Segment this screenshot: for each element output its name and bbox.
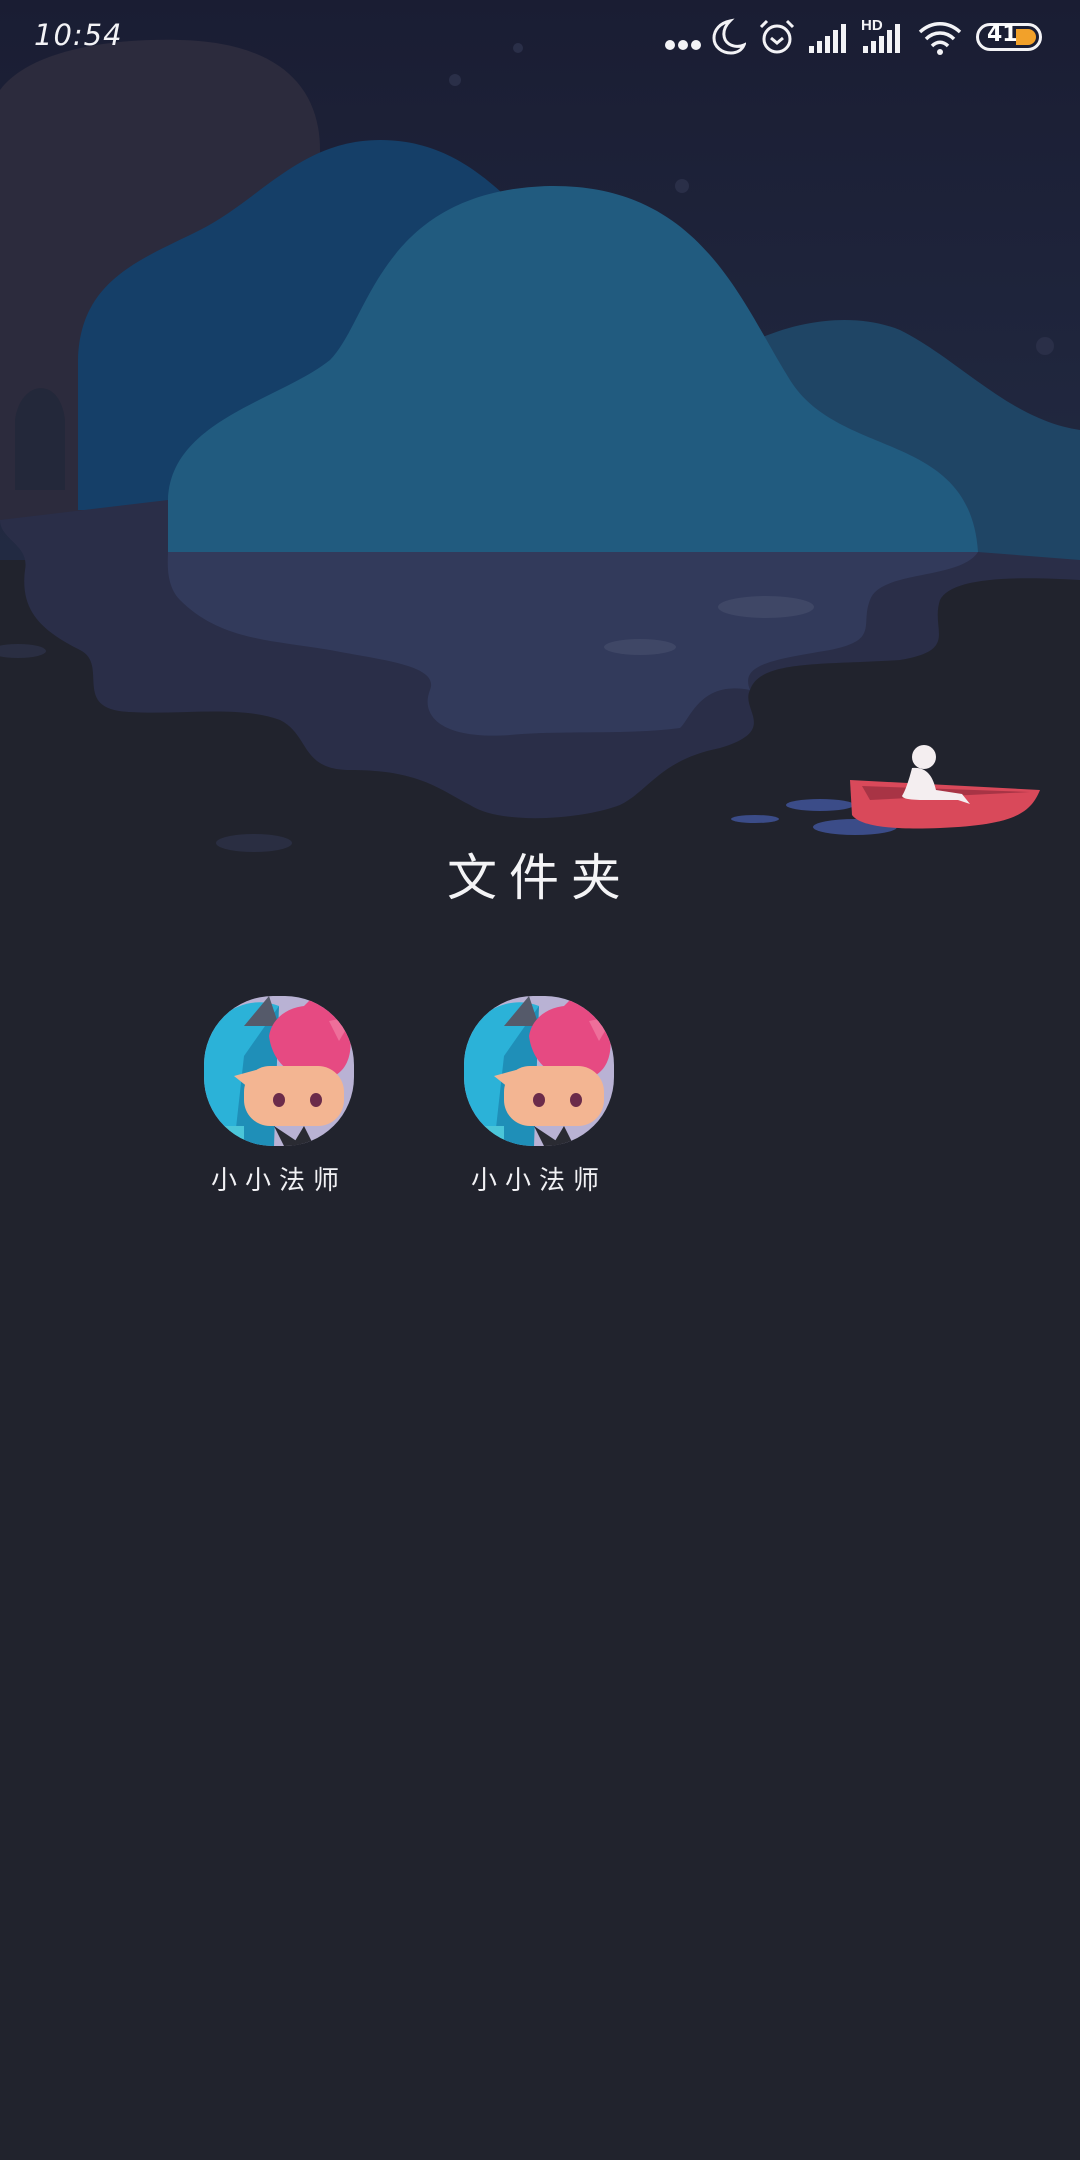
cell-signal-hd-icon <box>863 24 900 53</box>
app-label: 小小法师 <box>470 1166 607 1196</box>
battery-icon: 41 <box>976 22 1042 51</box>
wallpaper-illustration <box>0 0 1080 900</box>
cell-signal-icon <box>809 24 846 53</box>
folder-title[interactable]: 文件夹 <box>0 838 1080 910</box>
app-shortcut[interactable]: 小小法师 <box>176 996 356 1206</box>
do-not-disturb-moon-icon <box>712 18 746 55</box>
status-time: 10:54 <box>34 18 123 52</box>
battery-level: 41 <box>987 22 1018 47</box>
wifi-icon <box>918 22 962 55</box>
little-mage-app-icon[interactable] <box>464 996 614 1146</box>
home-screen: 10:54 HD 41 文件夹 小小法师 小小法师 <box>0 0 1080 2160</box>
status-bar: 10:54 HD 41 <box>0 0 1080 76</box>
battery-fill <box>1016 29 1036 45</box>
alarm-icon <box>759 19 795 54</box>
app-label: 小小法师 <box>210 1166 347 1196</box>
app-shortcut[interactable]: 小小法师 <box>436 996 616 1206</box>
more-dots-icon <box>665 40 701 50</box>
little-mage-app-icon[interactable] <box>204 996 354 1146</box>
